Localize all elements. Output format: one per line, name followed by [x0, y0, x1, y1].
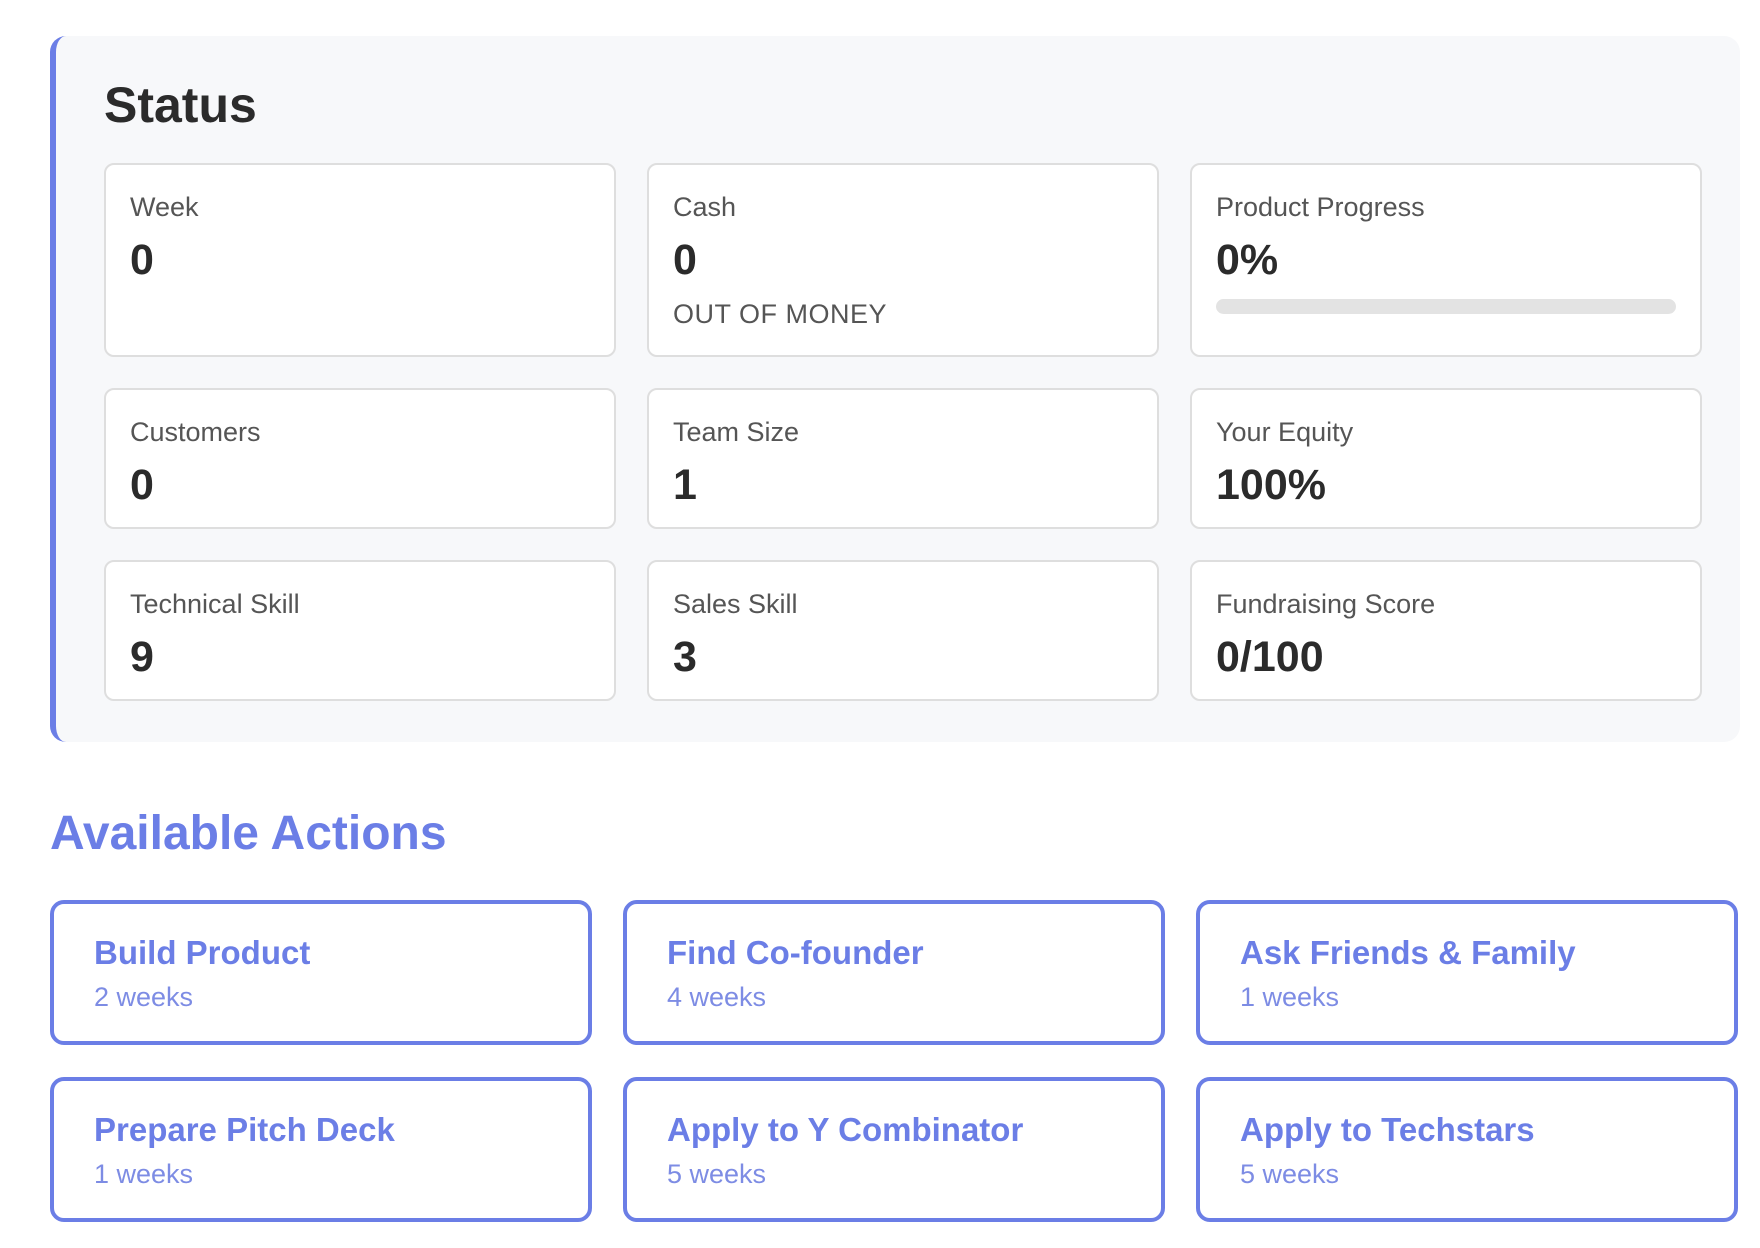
stat-card-week: Week 0 [104, 163, 616, 357]
stat-value: 3 [673, 633, 697, 681]
action-duration: 1 weeks [1240, 982, 1340, 1012]
action-name: Find Co-founder [667, 934, 924, 971]
action-duration: 4 weeks [667, 982, 767, 1012]
action-duration: 5 weeks [667, 1159, 767, 1189]
status-panel: Status Week 0 Cash 0 OUT OF MONEY Produc… [50, 36, 1740, 742]
stat-card-technical-skill: Technical Skill 9 [104, 560, 616, 701]
action-grid: Build Product 2 weeks Find Co-founder 4 … [50, 900, 1738, 1222]
stat-card-cash: Cash 0 OUT OF MONEY [647, 163, 1159, 357]
stat-value: 0/100 [1216, 633, 1324, 681]
stat-label: Team Size [673, 417, 800, 447]
stat-value: 0% [1216, 236, 1279, 284]
product-progress-bar [1216, 299, 1676, 314]
stat-label: Your Equity [1216, 417, 1354, 447]
action-name: Prepare Pitch Deck [94, 1111, 395, 1148]
action-prepare-pitch-deck-button[interactable]: Prepare Pitch Deck 1 weeks [50, 1077, 592, 1222]
action-name: Build Product [94, 934, 311, 971]
action-duration: 1 weeks [94, 1159, 194, 1189]
actions-title: Available Actions [50, 807, 447, 860]
action-apply-yc-button[interactable]: Apply to Y Combinator 5 weeks [623, 1077, 1165, 1222]
stat-value: 9 [130, 633, 154, 681]
stat-value: 100% [1216, 461, 1326, 509]
action-name: Apply to Techstars [1240, 1111, 1535, 1148]
stat-label: Sales Skill [673, 589, 798, 619]
stat-grid: Week 0 Cash 0 OUT OF MONEY Product Progr… [104, 163, 1702, 701]
stat-card-product-progress: Product Progress 0% [1190, 163, 1702, 357]
action-duration: 5 weeks [1240, 1159, 1340, 1189]
stat-label: Cash [673, 192, 737, 222]
status-title: Status [104, 77, 257, 133]
stat-value: 0 [130, 236, 154, 284]
stat-value: 1 [673, 461, 697, 509]
stat-value: 0 [130, 461, 154, 509]
action-name: Apply to Y Combinator [667, 1111, 1024, 1148]
stat-label: Technical Skill [130, 589, 300, 619]
stat-label: Customers [130, 417, 261, 447]
stat-card-equity: Your Equity 100% [1190, 388, 1702, 529]
stat-label: Week [130, 192, 199, 222]
stat-label: Fundraising Score [1216, 589, 1436, 619]
stat-card-team-size: Team Size 1 [647, 388, 1159, 529]
stat-label: Product Progress [1216, 192, 1425, 222]
stat-card-customers: Customers 0 [104, 388, 616, 529]
action-build-product-button[interactable]: Build Product 2 weeks [50, 900, 592, 1045]
action-duration: 2 weeks [94, 982, 194, 1012]
stat-card-fundraising-score: Fundraising Score 0/100 [1190, 560, 1702, 701]
action-ask-friends-family-button[interactable]: Ask Friends & Family 1 weeks [1196, 900, 1738, 1045]
action-find-cofounder-button[interactable]: Find Co-founder 4 weeks [623, 900, 1165, 1045]
cash-status-note: OUT OF MONEY [673, 299, 888, 329]
stat-value: 0 [673, 236, 697, 284]
action-apply-techstars-button[interactable]: Apply to Techstars 5 weeks [1196, 1077, 1738, 1222]
stat-card-sales-skill: Sales Skill 3 [647, 560, 1159, 701]
action-name: Ask Friends & Family [1240, 934, 1576, 971]
